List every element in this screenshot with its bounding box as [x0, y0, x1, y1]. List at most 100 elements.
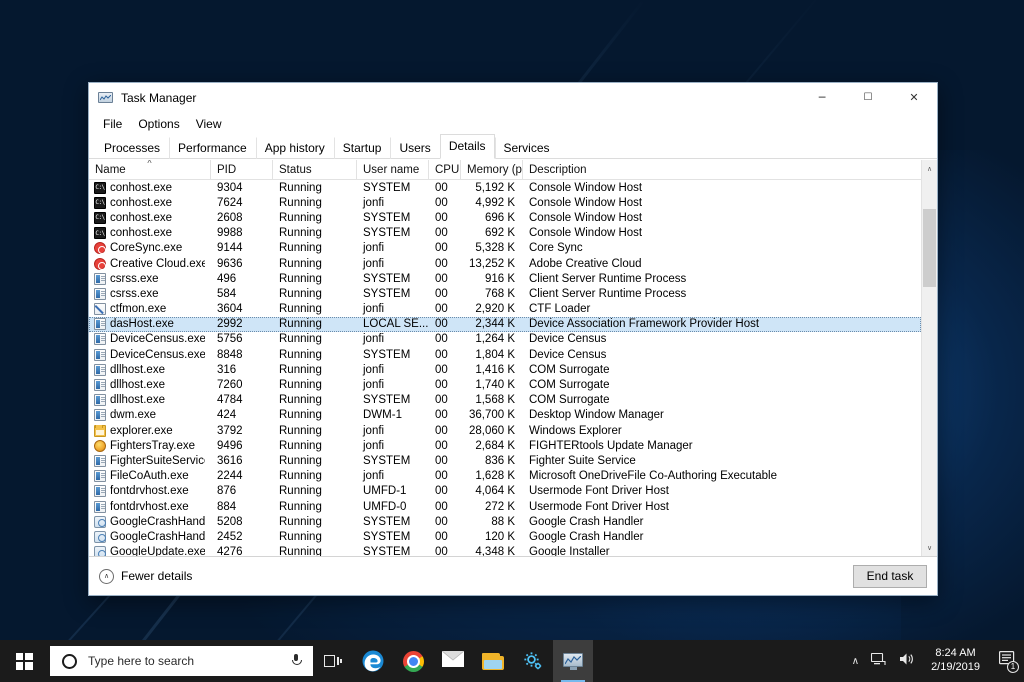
cell-status: Running: [279, 211, 322, 224]
table-row[interactable]: DeviceCensus.exe 5756 Running jonfi 00 1,264 …: [89, 332, 921, 347]
process-list-column: ^ Name PID Status User name CPU Memory (…: [89, 160, 921, 556]
taskbar-item-edge[interactable]: [353, 640, 393, 682]
microphone-icon[interactable]: [291, 654, 302, 668]
cell-process-name: dllhost.exe: [89, 363, 211, 376]
folder-icon: [482, 652, 504, 670]
cell-status: Running: [279, 530, 322, 543]
menu-view[interactable]: View: [188, 115, 230, 133]
cell-memory: 4,992 K: [475, 196, 515, 209]
table-row[interactable]: GoogleCrashHandler... 5208 Running SYSTEM 00…: [89, 514, 921, 529]
table-row[interactable]: C:\ conhost.exe 2608 Running SYSTEM 00 696 K Co…: [89, 210, 921, 225]
table-row[interactable]: C:\ conhost.exe 7624 Running jonfi 00 4,992 K C…: [89, 195, 921, 210]
process-name-label: CoreSync.exe: [110, 242, 183, 255]
menu-options[interactable]: Options: [130, 115, 187, 133]
cell-description: Usermode Font Driver Host: [529, 500, 669, 513]
title-bar[interactable]: Task Manager ─ ☐ ✕: [89, 83, 937, 113]
tab-services[interactable]: Services: [494, 137, 559, 159]
cell-user-name: jonfi: [363, 242, 385, 255]
column-header-description[interactable]: Description: [523, 160, 921, 179]
process-name-label: dllhost.exe: [110, 394, 165, 407]
menu-file[interactable]: File: [95, 115, 130, 133]
cell-description: Windows Explorer: [529, 424, 622, 437]
table-row[interactable]: dllhost.exe 7260 Running jonfi 00 1,740 K COM …: [89, 377, 921, 392]
cell-user-name: SYSTEM: [363, 181, 411, 194]
tab-details[interactable]: Details: [439, 134, 495, 159]
table-row[interactable]: csrss.exe 584 Running SYSTEM 00 768 K Client S…: [89, 286, 921, 301]
table-row[interactable]: GoogleUpdate.exe 4276 Running SYSTEM 00 4,348…: [89, 545, 921, 556]
cell-process-name: C:\ conhost.exe: [89, 181, 211, 194]
taskbar-item-task-view[interactable]: [313, 640, 353, 682]
table-row[interactable]: explorer.exe 3792 Running jonfi 00 28,060 K Wi…: [89, 423, 921, 438]
table-row[interactable]: GoogleCrashHandler... 2452 Running SYSTEM 00…: [89, 529, 921, 544]
column-header-status[interactable]: Status: [273, 160, 357, 179]
tray-volume-button[interactable]: [893, 640, 921, 682]
mail-icon: [441, 650, 465, 672]
cell-pid: 4784: [217, 394, 243, 407]
scroll-up-button[interactable]: ∧: [922, 160, 937, 177]
tab-users[interactable]: Users: [390, 137, 439, 159]
maximize-button[interactable]: ☐: [845, 83, 891, 113]
process-rows-viewport[interactable]: C:\ conhost.exe 9304 Running SYSTEM 00 5,192 K…: [89, 180, 921, 556]
table-row[interactable]: CoreSync.exe 9144 Running jonfi 00 5,328 K Cor…: [89, 241, 921, 256]
cell-memory: 836 K: [484, 454, 515, 467]
search-input[interactable]: Type here to search: [50, 646, 313, 676]
start-button[interactable]: [0, 640, 48, 682]
minimize-button[interactable]: ─: [799, 83, 845, 113]
table-row[interactable]: fontdrvhost.exe 876 Running UMFD-1 00 4,064 K…: [89, 484, 921, 499]
table-row[interactable]: C:\ conhost.exe 9304 Running SYSTEM 00 5,192 K…: [89, 180, 921, 195]
taskbar-item-mail[interactable]: [433, 640, 473, 682]
taskbar-item-task-manager[interactable]: [553, 640, 593, 682]
table-row[interactable]: FileCoAuth.exe 2244 Running jonfi 00 1,628 K M…: [89, 469, 921, 484]
table-row[interactable]: DeviceCensus.exe 8848 Running SYSTEM 00 1,804…: [89, 347, 921, 362]
scroll-down-button[interactable]: ∨: [922, 539, 937, 556]
executable-icon: [94, 318, 106, 331]
taskbar-item-file-explorer[interactable]: [473, 640, 513, 682]
column-header-pid[interactable]: PID: [211, 160, 273, 179]
sort-ascending-icon: ^: [147, 160, 152, 168]
tray-expand-button[interactable]: ∧: [846, 640, 865, 682]
cell-process-name: dasHost.exe: [89, 318, 211, 331]
tab-processes[interactable]: Processes: [95, 137, 169, 159]
clock[interactable]: 8:24 AM 2/19/2019: [921, 640, 990, 682]
fewer-details-button[interactable]: ∧ Fewer details: [99, 568, 192, 584]
folder-icon: [94, 424, 106, 437]
cell-user-name: jonfi: [363, 363, 385, 376]
cell-process-name: dwm.exe: [89, 409, 211, 422]
process-name-label: dwm.exe: [110, 409, 157, 422]
table-row[interactable]: FighterSuiteService.e... 3616 Running SYSTE…: [89, 453, 921, 468]
table-row[interactable]: dasHost.exe 2992 Running LOCAL SE... 00 2,344…: [89, 316, 921, 333]
table-row[interactable]: dllhost.exe 316 Running jonfi 00 1,416 K COM S…: [89, 362, 921, 377]
end-task-button[interactable]: End task: [853, 564, 927, 588]
scrollbar-track[interactable]: [922, 177, 937, 539]
tab-startup[interactable]: Startup: [333, 137, 391, 159]
process-name-label: ctfmon.exe: [110, 303, 167, 316]
table-row[interactable]: Creative Cloud.exe 9636 Running jonfi 00 13,2…: [89, 256, 921, 271]
table-row[interactable]: csrss.exe 496 Running SYSTEM 00 916 K Client S…: [89, 271, 921, 286]
cell-status: Running: [279, 303, 322, 316]
cell-pid: 424: [217, 409, 237, 422]
table-row[interactable]: C:\ conhost.exe 9988 Running SYSTEM 00 692 K Co…: [89, 226, 921, 241]
column-header-user-name[interactable]: User name: [357, 160, 429, 179]
table-row[interactable]: dwm.exe 424 Running DWM-1 00 36,700 K Desktop …: [89, 408, 921, 423]
table-row[interactable]: fontdrvhost.exe 884 Running UMFD-0 00 272 K Us…: [89, 499, 921, 514]
column-header-name[interactable]: ^ Name: [89, 160, 211, 179]
table-row[interactable]: FightersTray.exe 9496 Running jonfi 00 2,684 …: [89, 438, 921, 453]
scrollbar-thumb[interactable]: [923, 209, 936, 287]
taskbar-item-chrome[interactable]: [393, 640, 433, 682]
tray-network-button[interactable]: [865, 640, 893, 682]
tab-app-history[interactable]: App history: [255, 137, 334, 159]
vertical-scrollbar[interactable]: ∧ ∨: [921, 160, 937, 556]
tab-performance[interactable]: Performance: [169, 137, 256, 159]
taskbar-item-settings[interactable]: [513, 640, 553, 682]
column-header-memory[interactable]: Memory (p...: [461, 160, 523, 179]
cell-status: Running: [279, 181, 322, 194]
cell-user-name: SYSTEM: [363, 546, 411, 556]
close-button[interactable]: ✕: [891, 83, 937, 113]
table-row[interactable]: ctfmon.exe 3604 Running jonfi 00 2,920 K CTF L…: [89, 302, 921, 317]
action-center-button[interactable]: 1: [990, 640, 1024, 682]
executable-icon: [94, 454, 106, 467]
cell-user-name: UMFD-0: [363, 500, 407, 513]
table-row[interactable]: dllhost.exe 4784 Running SYSTEM 00 1,568 K COM…: [89, 393, 921, 408]
column-header-cpu[interactable]: CPU: [429, 160, 461, 179]
cell-status: Running: [279, 424, 322, 437]
